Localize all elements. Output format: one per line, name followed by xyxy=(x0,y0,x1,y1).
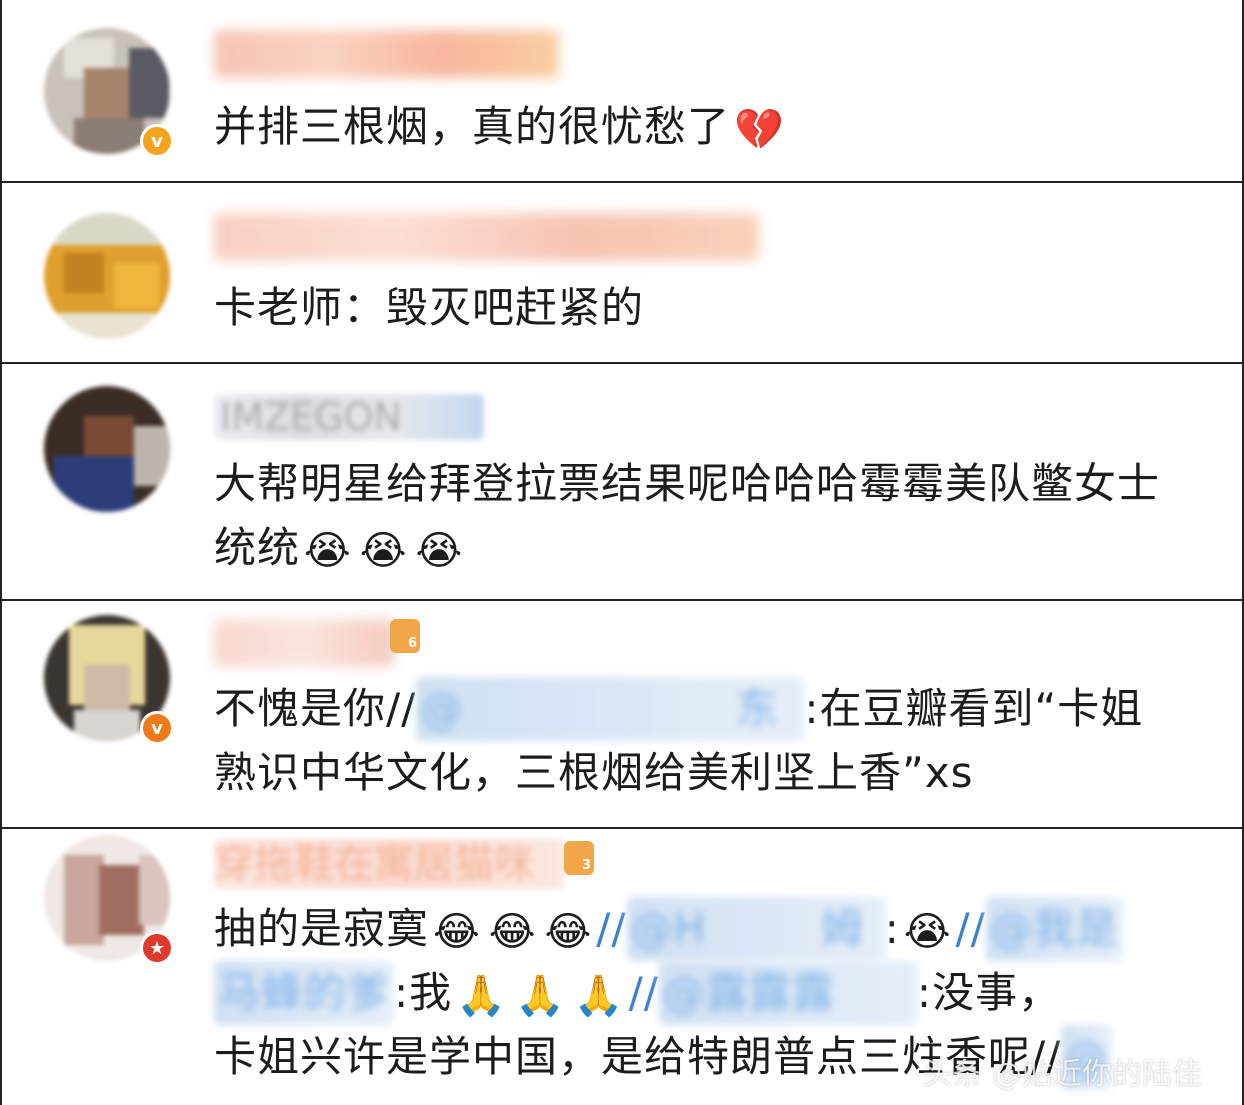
facepalm-cry-emoji-icon: 😭 xyxy=(903,908,952,955)
laugh-cry-emoji-icon: 😂 xyxy=(488,908,537,955)
verified-badge-icon: v xyxy=(140,124,174,158)
username-blurred[interactable] xyxy=(214,30,559,78)
comment-text: 并排三根烟，真的很忧愁了 💔 xyxy=(214,102,785,153)
facepalm-cry-emoji-icon: 😭 xyxy=(415,527,464,574)
pray-hands-emoji-icon: 🙏 xyxy=(573,972,625,1019)
username-blurred[interactable]: IMZEGON xyxy=(214,394,484,440)
laugh-cry-emoji-icon: 😂 xyxy=(433,908,481,955)
mention-link[interactable]: @我是 xyxy=(985,897,1123,961)
avatar[interactable] xyxy=(44,386,172,514)
comment-item[interactable]: v 6 不愧是你//@ 东:在豆瓣看到“卡姐 熟识中华文化，三根烟给美利坚上香”… xyxy=(2,601,1242,829)
star-badge-icon: ★ xyxy=(140,931,174,965)
facepalm-cry-emoji-icon: 😭 xyxy=(304,527,352,574)
mention-link[interactable]: 马蜂的爹 xyxy=(214,961,395,1025)
avatar[interactable]: v xyxy=(44,615,174,745)
facepalm-cry-emoji-icon: 😭 xyxy=(359,527,408,574)
verified-badge-icon: v xyxy=(140,711,174,745)
comment-item[interactable]: v 并排三根烟，真的很忧愁了 💔 xyxy=(2,0,1242,183)
pray-hands-emoji-icon: 🙏 xyxy=(456,972,507,1019)
fan-level-badge-icon: 6 xyxy=(390,619,420,653)
comment-text: 不愧是你//@ 东:在豆瓣看到“卡姐 熟识中华文化，三根烟给美利坚上香”xs xyxy=(214,677,1212,805)
pray-hands-emoji-icon: 🙏 xyxy=(514,972,566,1019)
username-blurred[interactable]: 穿拖鞋在寓居猫咪 xyxy=(214,839,564,889)
fan-level-badge-icon: 3 xyxy=(564,841,594,875)
mention-link[interactable]: @H 姆 xyxy=(626,897,885,961)
username-blurred[interactable] xyxy=(214,619,394,667)
comment-item[interactable]: ★ 穿拖鞋在寓居猫咪 3 抽的是寂寞 😂 😂 😂//@H 姆: 😭//@我是 马蜂的爹:… xyxy=(2,829,1242,1105)
avatar[interactable]: ★ xyxy=(44,835,174,965)
comment-item[interactable]: IMZEGON 大帮明星给拜登拉票结果呢哈哈哈霉霉美队鳖女士 统统 😭 😭 😭 xyxy=(2,364,1242,601)
broken-heart-icon: 💔 xyxy=(734,106,785,153)
mention-link[interactable]: @露露露 xyxy=(658,961,917,1025)
username-blurred[interactable] xyxy=(214,213,759,261)
comment-item[interactable]: 卡老师：毁灭吧赶紧的 xyxy=(2,183,1242,364)
comment-text: 大帮明星给拜登拉票结果呢哈哈哈霉霉美队鳖女士 统统 😭 😭 😭 xyxy=(214,459,1161,574)
avatar[interactable] xyxy=(44,213,172,341)
comment-text: 卡老师：毁灭吧赶紧的 xyxy=(214,283,645,332)
watermark-text: 头条 @贴近你的陆佳 xyxy=(922,1057,1202,1092)
mention-link[interactable]: @ 东 xyxy=(416,677,805,741)
laugh-cry-emoji-icon: 😂 xyxy=(544,908,593,955)
comment-feed: v 并排三根烟，真的很忧愁了 💔 卡老师：毁灭吧赶紧的 IMZEGON 大帮明星… xyxy=(0,0,1244,1105)
avatar[interactable]: v xyxy=(44,28,174,158)
